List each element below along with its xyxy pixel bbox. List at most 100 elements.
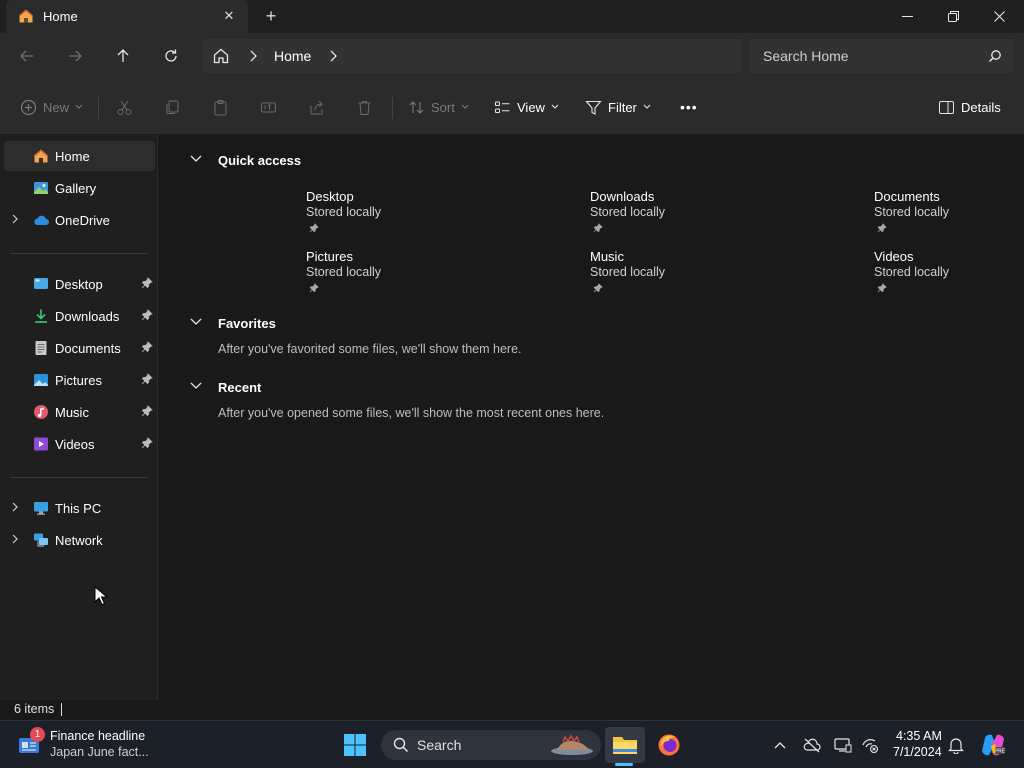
display-icon[interactable] xyxy=(834,737,852,753)
address-bar[interactable]: Home xyxy=(202,39,742,73)
sidebar-item-desktop[interactable]: Desktop xyxy=(4,269,155,299)
chevron-down-icon[interactable] xyxy=(189,381,203,391)
chevron-down-icon[interactable] xyxy=(189,317,203,327)
chevron-right-icon[interactable] xyxy=(10,213,20,225)
pin-icon[interactable] xyxy=(141,341,153,353)
sidebar-item-videos[interactable]: Videos xyxy=(4,429,155,459)
details-pane-icon xyxy=(939,100,954,114)
search-icon xyxy=(989,50,1001,62)
quick-access-item-music[interactable]: Music Stored locally xyxy=(590,249,790,297)
recent-header[interactable]: Recent xyxy=(218,380,261,395)
pin-icon[interactable] xyxy=(141,373,153,385)
sidebar-item-network[interactable]: Network xyxy=(4,525,155,555)
new-tab-button[interactable]: + xyxy=(262,6,280,26)
sidebar-item-label: Home xyxy=(55,149,90,164)
tab-home[interactable]: Home ✕ xyxy=(6,0,248,33)
chevron-right-icon[interactable] xyxy=(10,533,20,545)
chevron-up-icon[interactable] xyxy=(773,739,787,751)
gallery-icon xyxy=(34,182,48,194)
forward-button[interactable] xyxy=(62,43,88,69)
breadcrumb-home[interactable]: Home xyxy=(274,48,311,64)
delete-button[interactable] xyxy=(356,95,373,119)
share-button[interactable] xyxy=(308,95,325,119)
view-list-icon xyxy=(495,101,510,113)
pictures-icon xyxy=(34,374,48,386)
notification-badge: 1 xyxy=(30,727,45,742)
network-disconnected-icon[interactable] xyxy=(861,737,879,753)
minimize-button[interactable] xyxy=(884,0,930,33)
clock-date[interactable]: 7/1/2024 xyxy=(893,745,942,759)
up-button[interactable] xyxy=(110,43,136,69)
search-placeholder: Search Home xyxy=(763,48,849,64)
quick-access-item-documents[interactable]: Documents Stored locally xyxy=(874,189,1024,237)
search-input[interactable]: Search Home xyxy=(749,39,1014,73)
close-window-button[interactable] xyxy=(976,0,1022,33)
chevron-down-icon xyxy=(643,104,651,109)
clock-time[interactable]: 4:35 AM xyxy=(896,729,942,743)
pc-icon xyxy=(34,502,48,515)
news-widget[interactable]: 1 Finance headline Japan June fact... xyxy=(10,721,160,768)
sort-button[interactable]: Sort xyxy=(408,95,469,119)
quick-access-header[interactable]: Quick access xyxy=(218,153,301,168)
details-button[interactable]: Details xyxy=(938,95,1001,119)
sort-icon xyxy=(409,100,424,114)
taskbar-file-explorer[interactable] xyxy=(605,727,645,763)
taskbar-search[interactable]: Search xyxy=(381,730,601,760)
svg-text:PRE: PRE xyxy=(995,749,1005,755)
search-highlight-art-icon xyxy=(551,734,593,755)
chevron-down-icon xyxy=(75,104,83,109)
sidebar-item-label: Downloads xyxy=(55,309,120,324)
back-button[interactable] xyxy=(14,43,40,69)
quick-access-item-desktop[interactable]: Desktop Stored locally xyxy=(306,189,506,237)
windows-start-icon[interactable] xyxy=(343,733,367,757)
more-options-button[interactable]: ••• xyxy=(680,95,698,119)
quick-access-item-downloads[interactable]: Downloads Stored locally xyxy=(590,189,790,237)
taskbar-firefox[interactable] xyxy=(649,727,689,763)
quick-access-item-videos[interactable]: Videos Stored locally xyxy=(874,249,1024,297)
rename-icon xyxy=(261,102,276,112)
rename-button[interactable] xyxy=(260,95,277,119)
taskbar-search-label: Search xyxy=(417,737,462,753)
view-button[interactable]: View xyxy=(494,95,559,119)
cut-button[interactable] xyxy=(116,95,133,119)
onedrive-offline-icon[interactable] xyxy=(803,737,821,753)
command-bar: New Sort View Filter ••• Details xyxy=(0,79,1024,135)
pin-icon xyxy=(877,223,887,233)
refresh-button[interactable] xyxy=(158,43,184,69)
chevron-right-icon[interactable] xyxy=(328,50,338,62)
pin-icon xyxy=(309,283,319,293)
paste-button[interactable] xyxy=(212,95,229,119)
sidebar-item-onedrive[interactable]: OneDrive xyxy=(4,205,155,235)
chevron-right-icon[interactable] xyxy=(10,501,20,513)
chevron-down-icon[interactable] xyxy=(189,154,203,164)
quick-access-item-pictures[interactable]: Pictures Stored locally xyxy=(306,249,506,297)
sidebar-item-this-pc[interactable]: This PC xyxy=(4,493,155,523)
favorites-header[interactable]: Favorites xyxy=(218,316,276,331)
copy-button[interactable] xyxy=(164,95,181,119)
sidebar-item-label: Music xyxy=(55,405,89,420)
notification-bell-icon[interactable] xyxy=(948,736,964,754)
sidebar-item-gallery[interactable]: Gallery xyxy=(4,173,155,203)
sidebar-item-documents[interactable]: Documents xyxy=(4,333,155,363)
sidebar-item-downloads[interactable]: Downloads xyxy=(4,301,155,331)
new-button[interactable]: New xyxy=(20,95,83,119)
sidebar-item-home[interactable]: Home xyxy=(4,141,155,171)
copilot-icon[interactable]: PRE xyxy=(980,732,1006,758)
sort-label: Sort xyxy=(431,99,455,115)
divider xyxy=(392,97,393,119)
restore-button[interactable] xyxy=(930,0,976,33)
item-count: 6 items xyxy=(14,702,55,716)
filter-button[interactable]: Filter xyxy=(585,95,651,119)
close-tab-button[interactable]: ✕ xyxy=(220,7,238,25)
pin-icon[interactable] xyxy=(141,405,153,417)
pin-icon[interactable] xyxy=(141,309,153,321)
sidebar-item-music[interactable]: Music xyxy=(4,397,155,427)
pin-icon xyxy=(593,223,603,233)
pin-icon[interactable] xyxy=(141,437,153,449)
sidebar-item-pictures[interactable]: Pictures xyxy=(4,365,155,395)
item-name: Desktop xyxy=(306,189,354,204)
mouse-cursor-icon xyxy=(94,586,108,606)
pin-icon[interactable] xyxy=(141,277,153,289)
arrow-left-icon xyxy=(20,50,33,62)
divider xyxy=(98,97,99,119)
